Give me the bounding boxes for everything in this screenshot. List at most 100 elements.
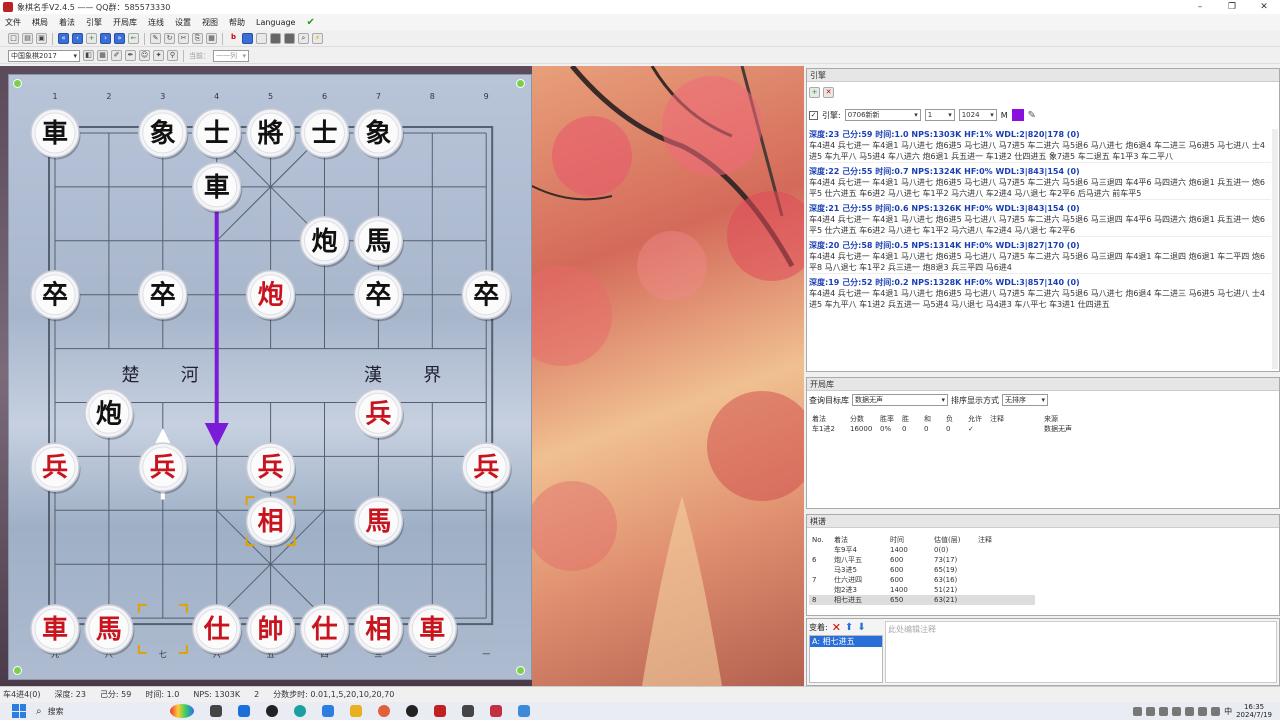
- table-row[interactable]: 车1进2 16000 0% 0 0 0 ✓ 数据无声: [809, 424, 1101, 434]
- tray-icon[interactable]: [1159, 706, 1169, 716]
- menu-opening-book[interactable]: 开局库: [108, 17, 143, 28]
- layout3-icon[interactable]: [270, 33, 281, 44]
- menu-help[interactable]: 帮助: [224, 17, 251, 28]
- col-move[interactable]: 着法: [831, 535, 887, 545]
- wand-icon[interactable]: ⚲: [167, 50, 178, 61]
- arrow-color-swatch[interactable]: [1011, 109, 1024, 121]
- prev-move-icon[interactable]: ‹: [72, 33, 83, 44]
- piece-black[interactable]: 炮: [84, 388, 135, 440]
- analyze-icon[interactable]: ◧: [83, 50, 94, 61]
- last-move-icon[interactable]: »: [114, 33, 125, 44]
- firefox-icon[interactable]: [377, 705, 390, 717]
- engine-remove-icon[interactable]: ✕: [823, 87, 834, 98]
- piece-red[interactable]: 車: [407, 604, 458, 656]
- mail-icon[interactable]: [237, 705, 250, 717]
- col-note[interactable]: 注释: [975, 535, 1035, 545]
- edge-icon[interactable]: [293, 705, 306, 717]
- save-icon[interactable]: ▣: [36, 33, 47, 44]
- col-score[interactable]: 分数: [847, 414, 877, 424]
- table-row[interactable]: 6 炮八平五 600 73(17): [809, 555, 1035, 565]
- piece-red[interactable]: 炮: [245, 269, 297, 322]
- folder-icon[interactable]: [349, 705, 362, 717]
- piece-red[interactable]: 車: [30, 604, 81, 656]
- piece-red[interactable]: 仕: [299, 604, 351, 656]
- col-allow[interactable]: 允许: [965, 414, 987, 424]
- book-sort-select[interactable]: 无排序 ▾: [1002, 394, 1048, 406]
- piece-black[interactable]: 卒: [461, 269, 512, 322]
- store-icon[interactable]: [321, 705, 334, 717]
- taskbar-search[interactable]: 搜索: [42, 706, 162, 717]
- col-winrate[interactable]: 胜率: [877, 414, 899, 424]
- engine-add-icon[interactable]: +: [809, 87, 820, 98]
- piece-red[interactable]: 馬: [84, 604, 135, 656]
- col-loss[interactable]: 负: [943, 414, 965, 424]
- book-source-select[interactable]: 数据无声 ▾: [852, 394, 948, 406]
- tag-icon[interactable]: ✦: [153, 50, 164, 61]
- piece-black[interactable]: 炮: [299, 216, 351, 268]
- piece-black[interactable]: 卒: [30, 269, 81, 322]
- eyedropper-icon[interactable]: ✎: [1028, 110, 1036, 121]
- piece-black[interactable]: 車: [191, 162, 243, 214]
- windows-start-icon[interactable]: [12, 704, 26, 718]
- copy-icon[interactable]: ⎘: [192, 33, 203, 44]
- piece-black[interactable]: 士: [299, 108, 351, 160]
- brush-icon[interactable]: ✐: [111, 50, 122, 61]
- menu-engine[interactable]: 引擎: [81, 17, 108, 28]
- menu-connect[interactable]: 连线: [143, 17, 170, 28]
- col-move[interactable]: 着法: [809, 414, 847, 424]
- chess-board[interactable]: 123456789 九八七六五四三二一 楚河漢界 車象士將士象車炮馬卒卒炮卒卒炮…: [8, 74, 532, 680]
- piece-black[interactable]: 象: [353, 108, 404, 160]
- piece-black[interactable]: 車: [30, 108, 81, 160]
- tray-icon[interactable]: [1185, 706, 1195, 716]
- col-source[interactable]: 来源: [1041, 414, 1101, 424]
- pen-icon[interactable]: ✒: [125, 50, 136, 61]
- lightning-icon[interactable]: ⚡: [312, 33, 323, 44]
- qq-icon[interactable]: [405, 705, 418, 717]
- weather-widget-icon[interactable]: [169, 704, 194, 718]
- layout2-icon[interactable]: [256, 33, 267, 44]
- delete-icon[interactable]: ✕: [832, 621, 841, 634]
- minimize-button[interactable]: –: [1184, 0, 1216, 14]
- search-icon[interactable]: ⌕: [298, 33, 309, 44]
- col-win[interactable]: 胜: [899, 414, 921, 424]
- col-comment[interactable]: 注释: [987, 414, 1041, 424]
- menu-file[interactable]: 文件: [0, 17, 27, 28]
- piece-red[interactable]: 帥: [245, 604, 297, 656]
- hash-select[interactable]: 1024 ▾: [958, 109, 997, 121]
- next-move-icon[interactable]: ›: [100, 33, 111, 44]
- piece-black[interactable]: 卒: [138, 269, 189, 322]
- menu-game[interactable]: 棋局: [27, 17, 54, 28]
- piece-red[interactable]: 馬: [353, 496, 404, 548]
- table-row[interactable]: 8 相七进五 650 63(21): [809, 595, 1035, 605]
- back-icon[interactable]: ←: [128, 33, 139, 44]
- table-row[interactable]: 7 仕六进四 600 63(16): [809, 575, 1035, 585]
- piece-red[interactable]: 兵: [138, 442, 189, 494]
- col-no[interactable]: No.: [809, 535, 831, 545]
- piece-red[interactable]: 相: [245, 496, 297, 548]
- layout1-icon[interactable]: [242, 33, 253, 44]
- edit-icon[interactable]: ✎: [150, 33, 161, 44]
- threads-select[interactable]: 1 ▾: [924, 109, 955, 121]
- open-icon[interactable]: ▤: [22, 33, 33, 44]
- cut-icon[interactable]: ✂: [178, 33, 189, 44]
- tray-icon[interactable]: [1146, 706, 1156, 716]
- variation-item[interactable]: A: 相七进五: [810, 636, 882, 647]
- tray-icon[interactable]: [1172, 706, 1182, 716]
- paste-icon[interactable]: ▦: [206, 33, 217, 44]
- volume-icon[interactable]: [1211, 706, 1221, 716]
- piece-black[interactable]: 將: [245, 108, 297, 160]
- piece-black[interactable]: 卒: [353, 269, 404, 322]
- menu-view[interactable]: 视图: [197, 17, 224, 28]
- layout4-icon[interactable]: [284, 33, 295, 44]
- piece-red[interactable]: 仕: [191, 604, 243, 656]
- app-dark-icon[interactable]: [461, 705, 474, 717]
- dell-icon[interactable]: [265, 705, 278, 717]
- move-down-icon[interactable]: ⬇: [857, 622, 865, 633]
- wifi-icon[interactable]: [1198, 706, 1208, 716]
- bold-b-icon[interactable]: b: [228, 33, 239, 44]
- menu-moves[interactable]: 着法: [54, 17, 81, 28]
- add-icon[interactable]: +: [86, 33, 97, 44]
- engine-scrollbar[interactable]: [1272, 129, 1278, 369]
- table-row[interactable]: 马3进5 600 65(19): [809, 565, 1035, 575]
- board-icon[interactable]: ▦: [97, 50, 108, 61]
